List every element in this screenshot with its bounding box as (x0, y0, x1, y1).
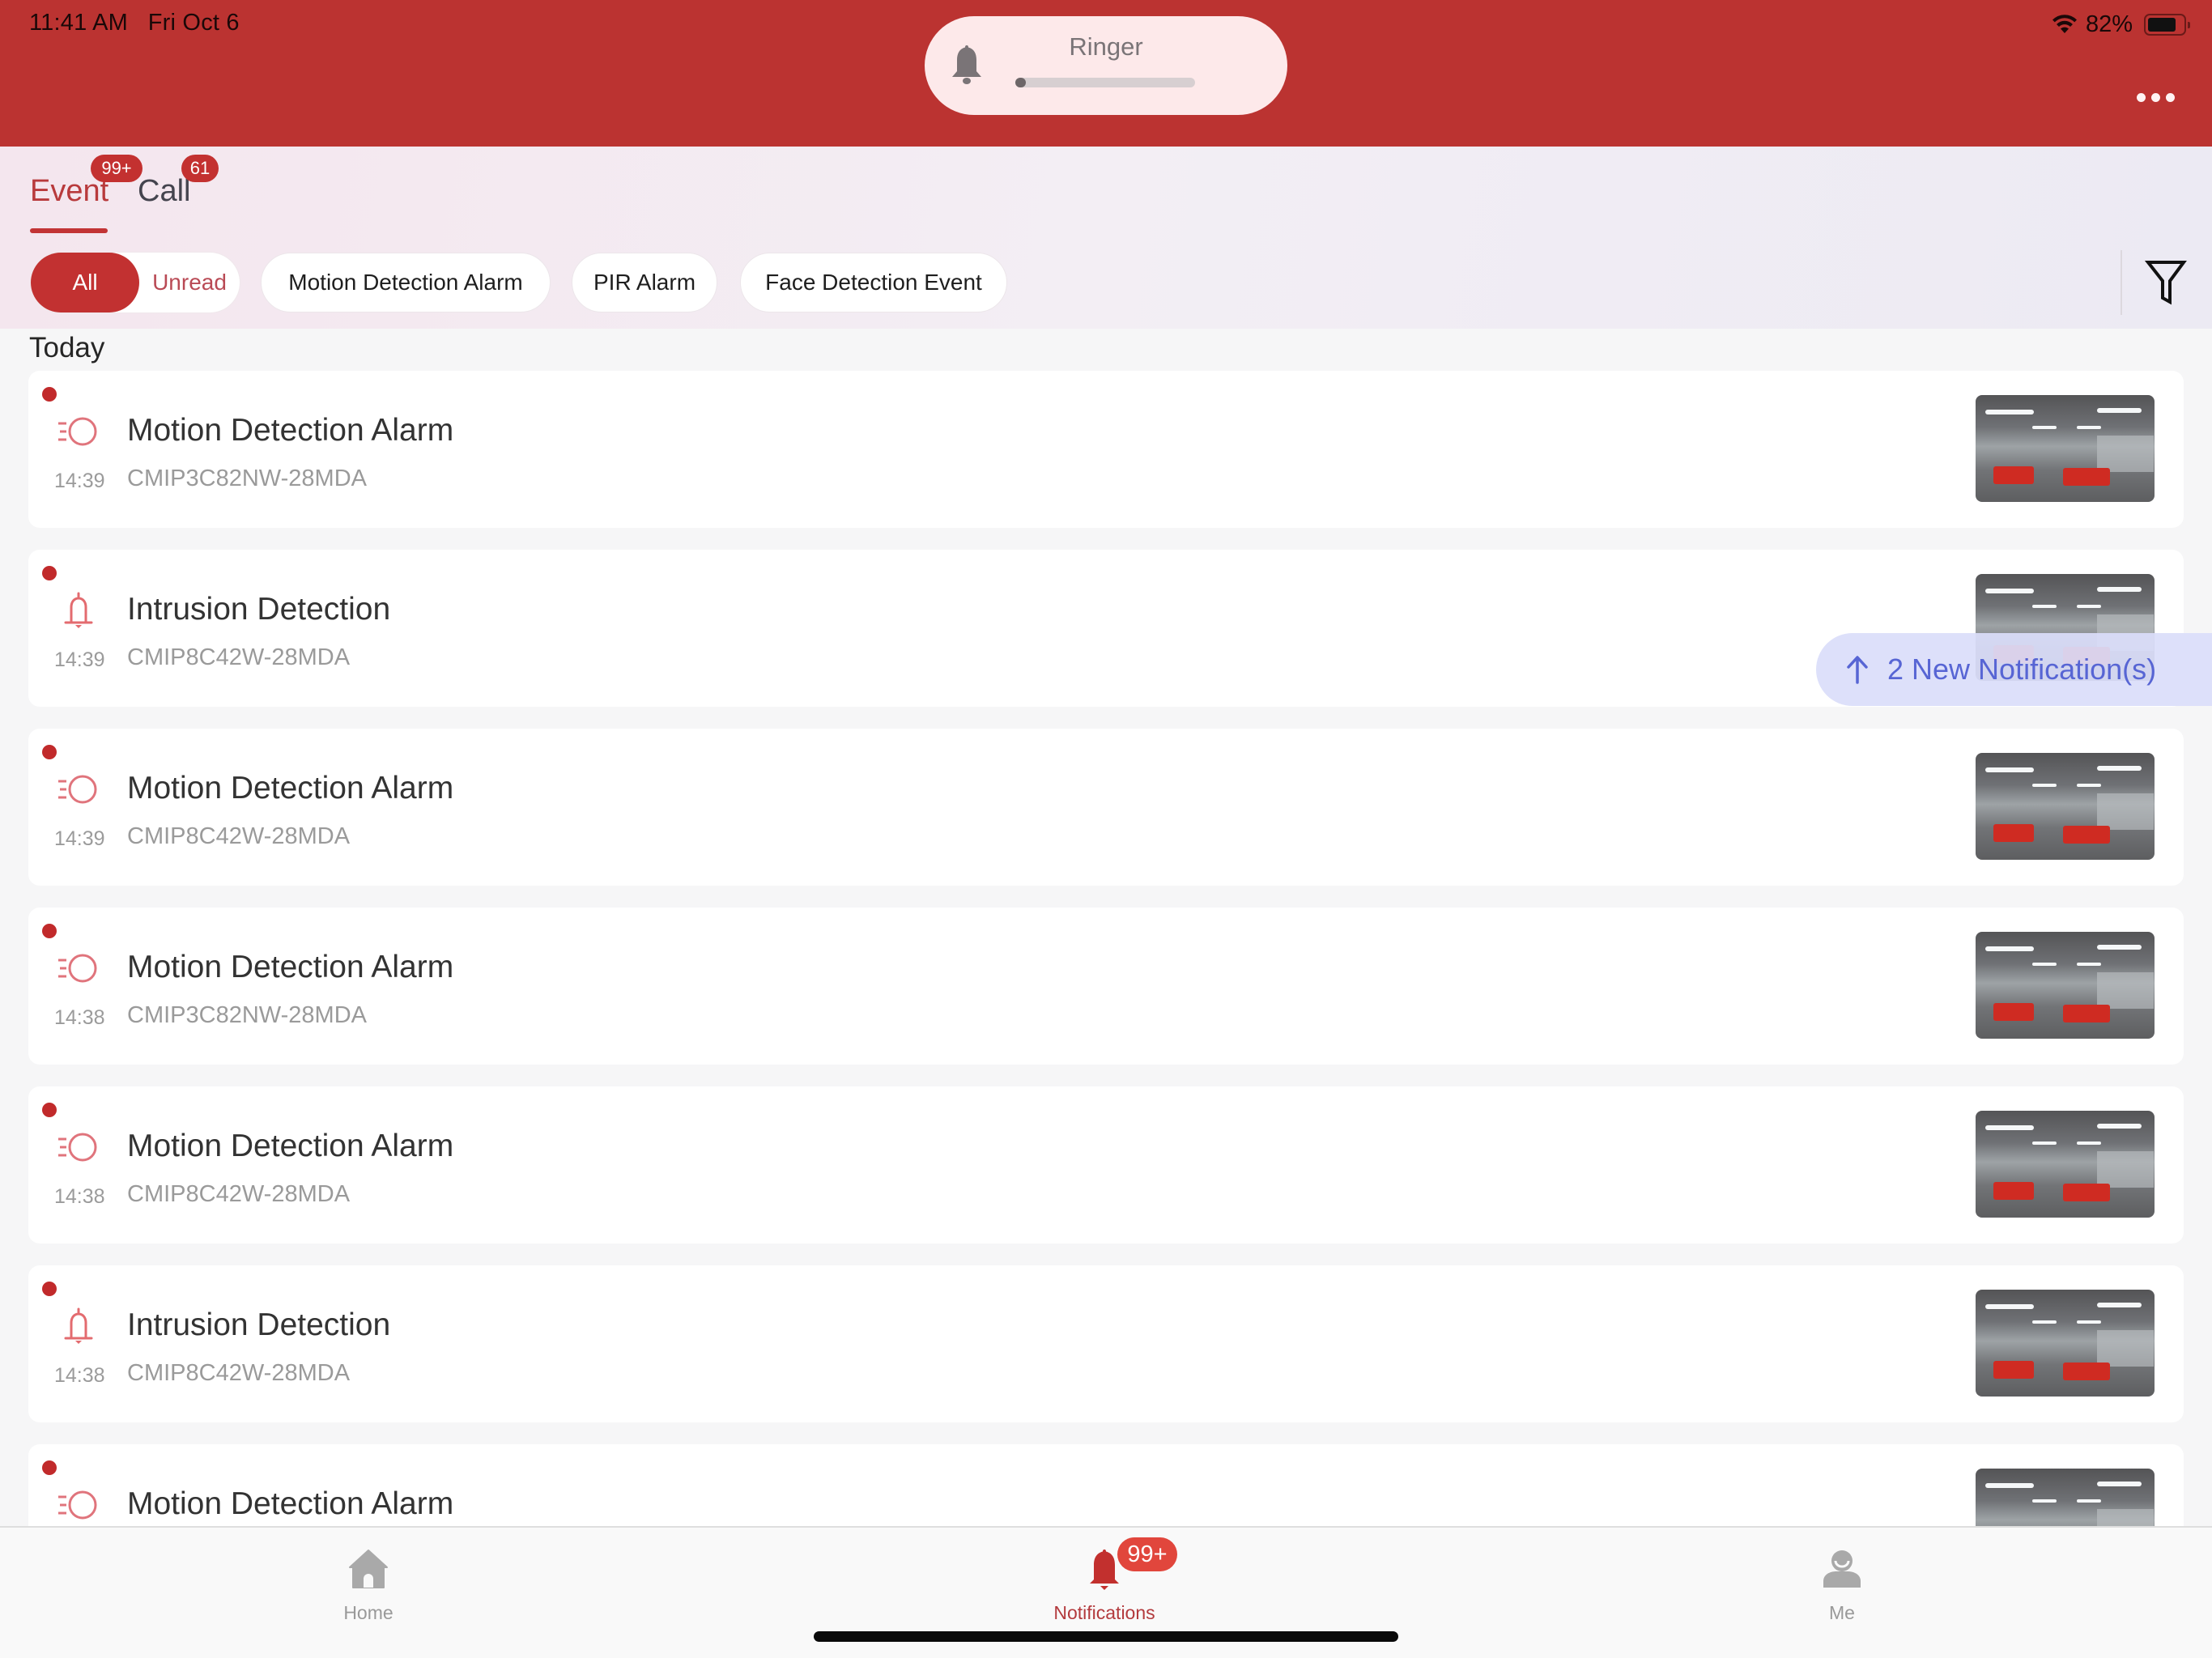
ellipsis-icon-dot (2150, 92, 2160, 102)
event-card[interactable]: Motion Detection Alarm 14:38 CMIP8C42W-28M… (28, 1086, 2184, 1244)
event-snapshot-thumbnail[interactable] (1976, 1111, 2155, 1218)
chip-pir-alarm[interactable]: PIR Alarm (572, 253, 717, 312)
event-title: Motion Detection Alarm (127, 413, 454, 448)
nav-home[interactable]: Home (271, 1528, 466, 1625)
battery-level (2148, 17, 2176, 32)
event-list: Motion Detection Alarm 14:39 CMIP3C82NW-28… (28, 371, 2184, 1526)
unread-indicator (42, 1282, 57, 1296)
event-card[interactable]: Motion Detection Alarm 14:39 CMIP8C42W-28M… (28, 729, 2184, 886)
motion-detection-icon (58, 775, 97, 804)
active-tab-indicator (30, 228, 108, 233)
event-device-name: CMIP3C82NW-28MDA (127, 1002, 367, 1028)
ringer-volume-bar (1015, 78, 1195, 87)
unread-indicator (42, 566, 57, 580)
event-card[interactable]: Motion Detection Alarm (28, 1444, 2184, 1526)
unread-indicator (42, 924, 57, 938)
motion-detection-icon (58, 417, 97, 446)
event-title: Motion Detection Alarm (127, 1129, 454, 1163)
event-snapshot-thumbnail[interactable] (1976, 932, 2155, 1039)
battery-percent: 82% (2085, 11, 2133, 37)
app-header: 11:41 AM Fri Oct 6 82% Ringer (0, 0, 2212, 147)
filter-all-button[interactable]: All (31, 253, 139, 312)
event-snapshot-thumbnail[interactable] (1976, 1290, 2155, 1397)
event-card[interactable]: Intrusion Detection 14:38 CMIP8C42W-28MDA (28, 1265, 2184, 1422)
read-status-segment: All Unread (31, 253, 240, 312)
home-indicator[interactable] (814, 1631, 1398, 1642)
event-title: Motion Detection Alarm (127, 950, 454, 984)
more-options-button[interactable] (2131, 87, 2180, 107)
section-header-today: Today (29, 332, 105, 363)
event-device-name: CMIP8C42W-28MDA (127, 644, 351, 670)
unread-indicator (42, 1460, 57, 1475)
battery-icon (2144, 13, 2190, 36)
status-bar-time: 11:41 AM Fri Oct 6 (29, 10, 240, 36)
ellipsis-icon-dot (2136, 92, 2146, 102)
unread-indicator (42, 387, 57, 402)
arrow-up-icon (1847, 656, 1868, 684)
filter-unread-button[interactable]: Unread (139, 270, 240, 295)
event-snapshot-thumbnail[interactable] (1976, 753, 2155, 860)
event-snapshot-thumbnail[interactable] (1976, 395, 2155, 502)
call-count-badge: 61 (181, 155, 219, 182)
event-count-badge: 99+ (91, 155, 143, 182)
event-snapshot-thumbnail[interactable] (1976, 1469, 2155, 1526)
event-device-name: CMIP8C42W-28MDA (127, 1360, 351, 1386)
event-title: Motion Detection Alarm (127, 771, 454, 806)
person-icon (1823, 1550, 1861, 1588)
chip-face-detection-event[interactable]: Face Detection Event (740, 253, 1007, 312)
ellipsis-icon-dot (2165, 92, 2175, 102)
tab-call[interactable]: Call (138, 174, 190, 209)
clock-date: Fri Oct 6 (147, 10, 240, 36)
tabs-and-filters: Event 99+ Call 61 All Unread Motion Dete… (0, 147, 2212, 329)
funnel-icon[interactable] (2144, 258, 2188, 307)
event-time: 14:38 (54, 1006, 105, 1029)
event-card[interactable]: Motion Detection Alarm 14:39 CMIP3C82NW-28… (28, 371, 2184, 528)
new-notifications-toast[interactable]: 2 New Notification(s) (1816, 633, 2212, 706)
event-time: 14:38 (54, 1185, 105, 1208)
event-device-name: CMIP8C42W-28MDA (127, 823, 351, 849)
event-time: 14:39 (54, 470, 105, 492)
event-time: 14:39 (54, 648, 105, 671)
motion-detection-icon (58, 1490, 97, 1520)
notifications-count-badge: 99+ (1117, 1537, 1177, 1571)
status-bar-right: 82% (2052, 10, 2190, 39)
event-title: Intrusion Detection (127, 1307, 391, 1342)
event-device-name: CMIP8C42W-28MDA (127, 1181, 351, 1207)
wifi-icon (2052, 15, 2077, 33)
intrusion-bell-icon (64, 592, 93, 628)
chip-motion-detection-alarm[interactable]: Motion Detection Alarm (261, 253, 551, 312)
event-time: 14:38 (54, 1364, 105, 1387)
unread-indicator (42, 745, 57, 759)
motion-detection-icon (58, 954, 97, 983)
nav-me[interactable]: Me (1745, 1528, 1939, 1625)
clock-time: 11:41 AM (29, 10, 128, 36)
nav-home-label: Home (343, 1602, 393, 1623)
nav-notifications[interactable]: 99+ Notifications (1007, 1528, 1202, 1625)
ringer-hud: Ringer (925, 16, 1287, 115)
home-icon (349, 1550, 388, 1588)
event-title: Intrusion Detection (127, 592, 391, 627)
ringer-label: Ringer (1069, 32, 1143, 61)
event-time: 14:39 (54, 827, 105, 850)
ringer-volume-fill (1015, 78, 1027, 87)
nav-me-label: Me (1829, 1602, 1855, 1623)
unread-indicator (42, 1103, 57, 1117)
motion-detection-icon (58, 1133, 97, 1162)
divider (2121, 250, 2122, 315)
event-title: Motion Detection Alarm (127, 1486, 454, 1521)
intrusion-bell-icon (64, 1307, 93, 1344)
new-notifications-label: 2 New Notification(s) (1887, 653, 2157, 686)
event-device-name: CMIP3C82NW-28MDA (127, 466, 367, 491)
event-card[interactable]: Motion Detection Alarm 14:38 CMIP3C82NW-28… (28, 908, 2184, 1065)
nav-notifications-label: Notifications (1053, 1602, 1155, 1623)
